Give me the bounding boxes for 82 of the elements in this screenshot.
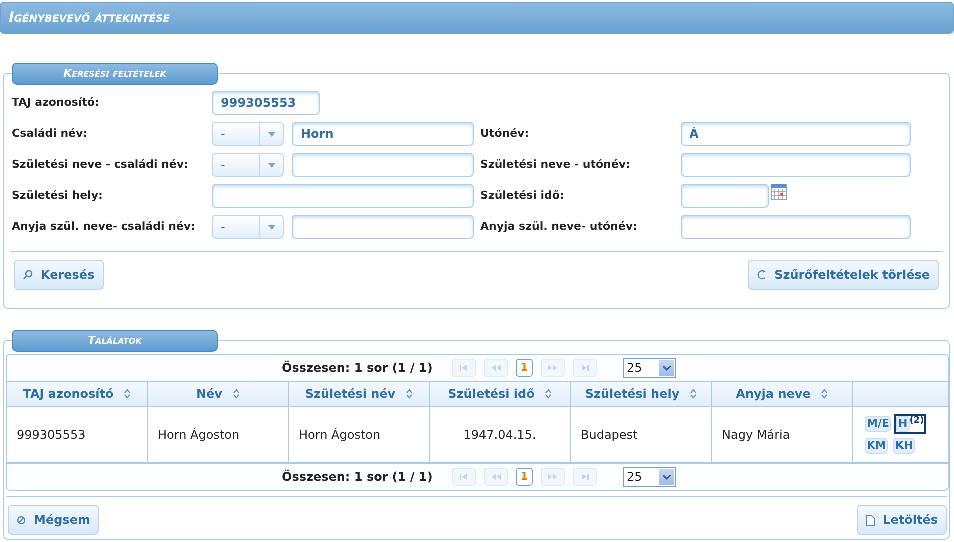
caret-icon xyxy=(662,474,670,480)
search-panel-title: Keresési feltételek xyxy=(12,63,218,85)
pager-button[interactable] xyxy=(452,359,476,377)
row-count: Összesen: 1 sor (1 / 1) xyxy=(282,360,434,377)
date-field[interactable] xyxy=(680,184,768,208)
action-button[interactable]: M/E xyxy=(863,414,894,434)
field-label: Utónév: xyxy=(480,126,530,141)
pager-button[interactable] xyxy=(573,468,597,486)
table-cell-text: 1947.04.15. xyxy=(464,426,536,444)
previous-page-icon xyxy=(491,474,501,480)
next-page-icon xyxy=(548,365,558,371)
column-header[interactable]: Név xyxy=(148,382,289,406)
column-header[interactable]: TAJ azonosító xyxy=(7,382,148,406)
page-size-select[interactable]: 25 xyxy=(623,358,676,378)
action-button[interactable]: KM xyxy=(863,436,890,456)
table-cell-text: Nagy Mária xyxy=(722,426,790,444)
select-field[interactable]: - xyxy=(212,215,284,239)
action-button[interactable]: KH xyxy=(891,436,918,456)
row-count: Összesen: 1 sor (1 / 1) xyxy=(282,468,434,486)
caret-icon xyxy=(662,366,670,370)
sort-icon xyxy=(690,389,697,399)
pager-button[interactable] xyxy=(484,468,508,486)
caret-icon xyxy=(268,132,276,136)
next-page-icon xyxy=(548,474,558,480)
field-label: TAJ azonosító: xyxy=(12,95,100,110)
last-page-icon xyxy=(580,474,590,480)
pager-button[interactable] xyxy=(541,468,565,486)
cancel-button[interactable]: Mégsem xyxy=(8,505,100,535)
sort-icon xyxy=(232,389,240,399)
column-header[interactable]: Születési név xyxy=(289,382,430,406)
sort-icon xyxy=(820,389,828,399)
sort-icon xyxy=(124,389,131,399)
field-label: Születési neve - családi név: xyxy=(12,157,190,172)
table-cell-text: Budapest xyxy=(581,426,638,444)
caret-icon xyxy=(268,224,276,230)
text-field[interactable]: Á xyxy=(680,122,910,146)
pager-button[interactable] xyxy=(541,359,565,377)
caret-icon xyxy=(268,162,276,168)
text-field[interactable] xyxy=(292,153,474,177)
page-button[interactable]: 1 xyxy=(516,359,533,377)
text-field[interactable]: 999305553 xyxy=(212,91,320,115)
refresh-icon xyxy=(756,269,767,281)
search-button[interactable]: Keresés xyxy=(14,260,104,290)
clear-filters-button[interactable]: Szűrőfeltételek törlése xyxy=(748,260,939,290)
field-label: Születési hely: xyxy=(12,188,104,203)
field-label: Családi név: xyxy=(12,126,89,141)
table-cell-text: Horn Ágoston xyxy=(299,426,381,444)
table-cell-text: Horn Ágoston xyxy=(158,426,240,444)
page-size-select[interactable]: 25 xyxy=(623,467,676,487)
text-field[interactable]: Horn xyxy=(292,122,474,146)
text-field[interactable] xyxy=(680,215,910,239)
field-label: Születési neve - utónév: xyxy=(480,157,632,172)
sort-icon xyxy=(544,389,552,399)
sort-icon xyxy=(406,389,413,399)
results-panel-title: Találatok xyxy=(12,330,218,352)
text-field[interactable] xyxy=(292,215,474,239)
column-header[interactable]: Születési idő xyxy=(430,382,571,406)
page-title: Igénybevevő áttekintése xyxy=(9,8,170,28)
text-field[interactable] xyxy=(680,153,910,177)
pager-button[interactable] xyxy=(452,468,476,486)
column-header[interactable]: Anyja neve xyxy=(712,382,853,406)
field-label: Anyja szül. neve- utónév: xyxy=(480,219,638,234)
count-label: (2) xyxy=(910,416,924,426)
calendar-icon[interactable] xyxy=(770,184,786,200)
first-page-icon xyxy=(459,474,469,480)
select-field[interactable]: - xyxy=(212,153,284,177)
cancel-icon xyxy=(17,516,26,524)
page-button[interactable]: 1 xyxy=(516,468,533,486)
last-page-icon xyxy=(580,365,590,371)
pager-button[interactable] xyxy=(573,359,597,377)
document-icon xyxy=(866,514,876,526)
download-button[interactable]: Letöltés xyxy=(857,505,947,535)
select-field[interactable]: - xyxy=(212,122,284,146)
pager-button[interactable] xyxy=(484,359,508,377)
first-page-icon xyxy=(459,365,469,371)
column-header[interactable]: Születési hely xyxy=(571,382,712,406)
previous-page-icon xyxy=(491,365,501,371)
text-field[interactable] xyxy=(212,184,474,208)
search-icon xyxy=(23,270,33,280)
table-cell-text: 999305553 xyxy=(17,426,86,444)
field-label: Születési idő: xyxy=(480,188,566,203)
field-label: Anyja szül. neve- családi név: xyxy=(12,219,196,234)
